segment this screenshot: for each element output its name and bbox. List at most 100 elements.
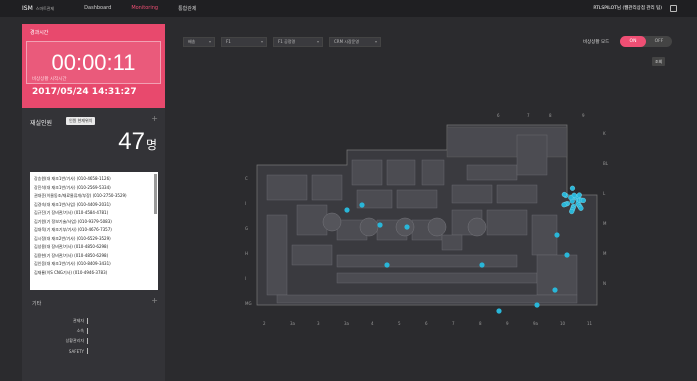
group-row-input[interactable]	[87, 328, 88, 334]
filter-select-label: F1	[226, 39, 231, 44]
filter-select[interactable]: 배송 ▾	[183, 37, 215, 47]
occupant-item[interactable]: 강진석(대 재조1반/기사) (010-2569-5334)	[34, 184, 154, 193]
filter-select[interactable]: F1 공정명 ▾	[273, 37, 323, 47]
occupant-item[interactable]: 김대욱(기 재조기부/기사) (010-4676-7357)	[34, 226, 154, 235]
filter-bar: 배송 ▾ F1 ▾ F1 공정명 ▾ CRM 시장운영 ▾	[183, 37, 387, 47]
grid-label-right: L	[603, 191, 606, 196]
group-row-input[interactable]	[87, 348, 88, 354]
occupants-location-button[interactable]: 인원 현재위치	[66, 117, 96, 125]
nav-dashboard[interactable]: Dashboard	[84, 5, 111, 12]
search-button[interactable]: 조회	[652, 57, 666, 66]
person-marker	[552, 287, 558, 293]
group-row-input[interactable]	[87, 338, 88, 344]
group-row: 관제자	[42, 316, 88, 326]
chevron-down-icon: ▾	[374, 39, 377, 44]
grid-label-bottom: 3a	[344, 321, 350, 326]
occupant-item[interactable]: 김성용(대 장비관/기사) (010-4850-6298)	[34, 243, 154, 252]
occupant-item[interactable]: 김인웅(대 재조1반/기사) (010-8409-3431)	[34, 260, 154, 269]
floor-table	[322, 212, 342, 232]
floor-room	[311, 174, 343, 201]
nav-monitoring[interactable]: Monitoring	[131, 5, 158, 12]
person-marker	[479, 262, 485, 268]
group-label: 기타	[32, 301, 42, 307]
elapsed-time-value: 00:00:11	[51, 50, 136, 75]
person-marker	[554, 232, 560, 238]
grid-label-bottom: 7	[452, 321, 455, 326]
group-row-input[interactable]	[87, 318, 88, 324]
emergency-mode-toggle[interactable]: ON OFF	[620, 36, 672, 47]
grid-label-left: I	[245, 276, 246, 281]
occupant-item[interactable]: 김규진(기 장비관/기사) (010-4584-4781)	[34, 209, 154, 218]
floor-room	[466, 164, 518, 181]
toggle-on[interactable]: ON	[620, 36, 646, 47]
grid-label-right: N	[603, 281, 606, 286]
group-panel: 기타 + 관제자 소속 상황관리자 SAFETY	[22, 296, 165, 381]
floor-room	[336, 254, 518, 268]
app-logo[interactable]: ISM 스마트관제	[22, 5, 54, 12]
occupant-item[interactable]: 김용현(기 장비관/기사) (010-4850-6298)	[34, 252, 154, 261]
filter-select-label: F1 공정명	[278, 39, 296, 44]
nav-integrated-control[interactable]: 통합관제	[178, 5, 196, 12]
occupants-count: 47명	[118, 128, 157, 155]
grid-label-bottom: 9	[506, 321, 509, 326]
grid-label-top: 7	[527, 113, 530, 118]
person-marker	[564, 252, 570, 258]
grid-label-bottom: 4	[371, 321, 374, 326]
grid-label-bottom: 5	[398, 321, 401, 326]
floor-plan-map[interactable]: 6 7 8 9 2 3a 3 3a 4 5 6 7 8 9 9a 10 11 C I G H I MG K BL L M M N	[237, 105, 621, 341]
occupant-item[interactable]: 김경숙(대 재조1반/사업) (010-4409-2031)	[34, 201, 154, 210]
top-nav-bar: ISM 스마트관제 Dashboard Monitoring 통합관제 RTLSP…	[0, 0, 697, 17]
person-marker	[404, 224, 410, 230]
grid-label-bottom: 8	[479, 321, 482, 326]
occupant-item[interactable]: 권대준(이물동조/재료물류개/부장) (010-2750-3529)	[34, 192, 154, 201]
floor-room	[496, 184, 538, 204]
person-marker	[569, 208, 575, 215]
grid-label-left: C	[245, 176, 248, 181]
person-marker	[496, 308, 502, 314]
occupants-scrollbar[interactable]	[154, 174, 157, 214]
grid-label-left: MG	[245, 301, 252, 306]
person-marker	[384, 262, 390, 268]
occupant-item[interactable]: 김재룡(이S CNG기사) (010-4946-3783)	[34, 269, 154, 278]
emergency-mode-label: 비상상황 모드	[583, 40, 610, 45]
floor-room	[276, 294, 578, 304]
person-marker	[561, 191, 567, 198]
grid-label-left: H	[245, 251, 248, 256]
logout-icon[interactable]	[670, 5, 677, 12]
grid-label-right: M	[603, 251, 607, 256]
emergency-start-time: 2017/05/24 14:31:27	[32, 87, 137, 97]
person-marker	[534, 302, 540, 308]
grid-label-right: BL	[603, 161, 609, 166]
toggle-off[interactable]: OFF	[646, 36, 672, 47]
occupants-list[interactable]: 강승원(대 재조1반/기사) (010-4658-1126) 강진석(대 재조1반…	[30, 172, 158, 290]
elapsed-time-label: 경과시간	[30, 30, 49, 36]
floor-room	[351, 159, 383, 186]
occupants-expand-icon[interactable]: +	[151, 114, 158, 123]
grid-label-bottom: 9a	[533, 321, 539, 326]
floor-room	[266, 214, 288, 296]
occupant-item[interactable]: 강승원(대 재조1반/기사) (010-4658-1126)	[34, 175, 154, 184]
group-row-label: SAFETY	[68, 348, 84, 354]
filter-select-label: 배송	[188, 39, 196, 44]
grid-label-bottom: 3a	[290, 321, 296, 326]
grid-label-top: 9	[582, 113, 585, 118]
chevron-down-icon: ▾	[316, 39, 319, 44]
occupant-item[interactable]: 김시정(대 재조2반/기사) (010-6529-3529)	[34, 235, 154, 244]
floor-room	[336, 272, 538, 284]
person-marker	[377, 222, 383, 228]
grid-label-bottom: 6	[425, 321, 428, 326]
person-marker	[580, 197, 586, 203]
group-row-label: 상황관리자	[65, 338, 84, 343]
floor-room	[446, 126, 568, 158]
person-marker	[569, 185, 576, 191]
grid-label-right: K	[603, 131, 606, 136]
floor-room	[296, 204, 328, 236]
floor-room	[421, 159, 445, 186]
filter-select[interactable]: F1 ▾	[221, 37, 267, 47]
occupant-item[interactable]: 김기원(기 정보기술/사업) (010-9379-5083)	[34, 218, 154, 227]
group-expand-icon[interactable]: +	[151, 296, 158, 305]
filter-select[interactable]: CRM 시장운영 ▾	[329, 37, 381, 47]
app-root: ISM 스마트관제 Dashboard Monitoring 통합관제 RTLSP…	[0, 0, 697, 381]
user-area: RTLSPILOT님 (웹관리상점 관리 팀)	[593, 5, 677, 12]
grid-label-bottom: 11	[587, 321, 593, 326]
